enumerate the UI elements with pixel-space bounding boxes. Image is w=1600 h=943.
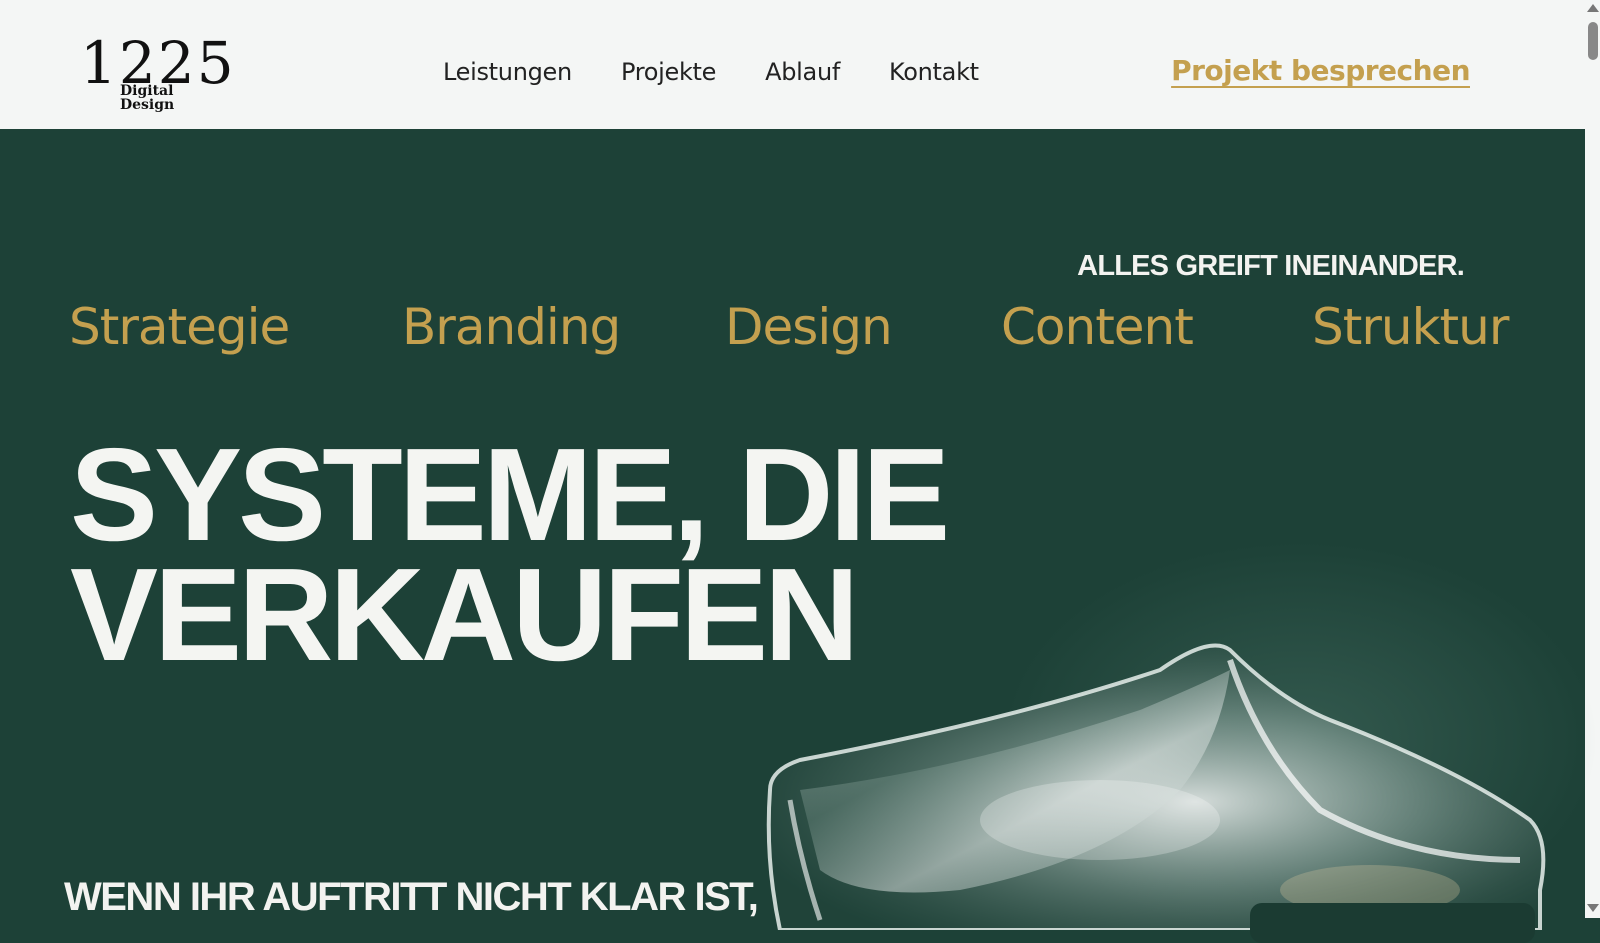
logo-subtitle: Digital Design	[118, 84, 220, 112]
nav-link-kontakt[interactable]: Kontakt	[889, 58, 979, 86]
services-row: Strategie Branding Design Content Strukt…	[69, 300, 1509, 370]
nav-link-leistungen[interactable]: Leistungen	[443, 58, 572, 86]
service-content: Content	[1001, 298, 1194, 356]
service-branding: Branding	[402, 298, 621, 356]
service-strategie: Strategie	[69, 298, 290, 356]
scrollbar-thumb[interactable]	[1588, 22, 1598, 60]
hero-tagline: ALLES GREIFT INEINANDER.	[1077, 250, 1465, 282]
service-design: Design	[725, 298, 893, 356]
hero-action-button[interactable]	[1250, 903, 1535, 943]
hero-subheading: WENN IHR AUFTRITT NICHT KLAR IST,	[64, 875, 759, 919]
nav-link-projekte[interactable]: Projekte	[621, 58, 716, 86]
glass-shape-image	[766, 643, 1546, 930]
nav-link-ablauf[interactable]: Ablauf	[765, 58, 840, 86]
projekt-besprechen-link[interactable]: Projekt besprechen	[1171, 54, 1470, 87]
brand-logo[interactable]: 1225 Digital Design	[80, 34, 234, 112]
scroll-up-arrow-icon[interactable]	[1587, 4, 1599, 12]
hero-title-line-1: SYSTEME, DIE	[70, 421, 950, 568]
site-header: 1225 Digital Design Leistungen Projekte …	[0, 0, 1585, 129]
main-navigation: Leistungen Projekte Ablauf Kontakt	[443, 58, 1028, 86]
service-struktur: Struktur	[1312, 298, 1509, 356]
